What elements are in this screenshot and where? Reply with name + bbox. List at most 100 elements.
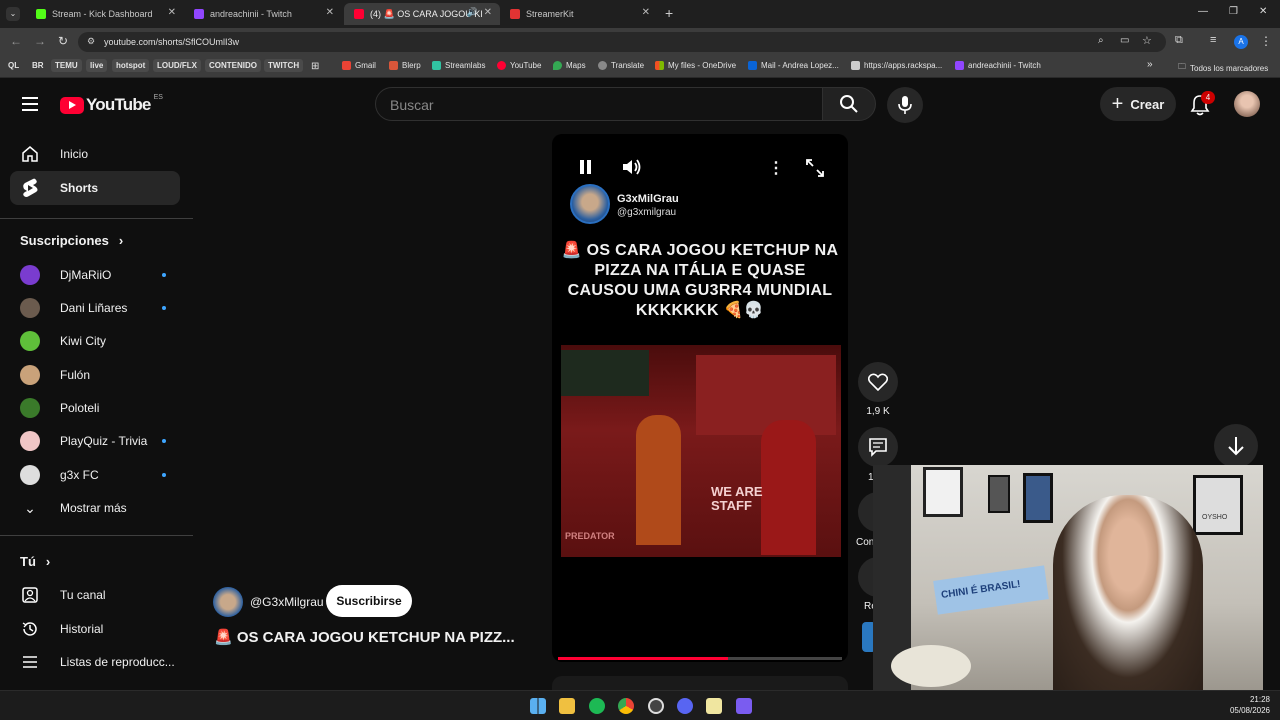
notifications-button[interactable]: 4 [1188,91,1215,116]
all-bookmarks-button[interactable]: 🗀 Todos los marcadores [1178,61,1268,75]
bookmark-rackspace[interactable]: https://apps.rackspa... [851,61,942,70]
close-icon[interactable]: ✕ [326,7,334,18]
fullscreen-icon[interactable] [806,159,824,182]
minimize-icon[interactable]: — [1198,6,1208,17]
site-info-icon[interactable]: ⚙ [87,36,95,47]
profile-avatar[interactable]: A [1234,35,1248,49]
bookmark-blerp[interactable]: Blerp [389,61,421,70]
kick-icon [36,9,46,19]
bookmark-streamlabs[interactable]: Streamlabs [432,61,485,70]
create-button[interactable]: + Crear [1100,87,1176,121]
close-icon[interactable]: ✕ [642,7,650,18]
sidebar-item-home[interactable]: Inicio [10,137,180,171]
spotify-icon[interactable] [589,698,605,714]
channel-handle[interactable]: @G3xMilgrau [250,595,324,609]
sidebar-item-shorts[interactable]: Shorts [10,171,180,205]
tab-kick-dashboard[interactable]: Stream - Kick Dashboard ✕ [26,3,184,25]
bookmark-folder[interactable]: TEMU [51,59,82,72]
zoom-icon[interactable]: ⌕ [1098,35,1104,46]
video-progress-bar[interactable] [558,657,842,660]
media-icon[interactable]: ≡ [1210,34,1216,46]
tab-search-button[interactable]: ⌄ [6,7,20,21]
sidebar-item-label: DjMaRiiO [60,268,112,282]
bookmark-translate[interactable]: Translate [598,61,644,70]
bookmark-folder[interactable]: QL [4,59,23,72]
sidebar-subscription[interactable]: Fulón [10,358,180,392]
file-explorer-icon[interactable] [559,698,575,714]
bookmark-gmail[interactable]: Gmail [342,61,376,70]
video-frame[interactable]: WE ARE STAFF PREDATOR [561,345,841,557]
hamburger-menu-icon[interactable] [22,97,38,111]
player-channel-name[interactable]: G3xMilGrau [617,193,679,205]
bookmark-twitch[interactable]: andreachinii - Twitch [955,61,1041,70]
video-wall-panel [696,355,836,435]
close-window-icon[interactable]: ✕ [1259,6,1267,17]
gmail-icon [342,61,351,70]
close-icon[interactable]: ✕ [484,7,492,18]
sidebar-subscription[interactable]: PlayQuiz - Trivia [10,424,180,458]
speaker-icon[interactable]: 🔊 [467,7,478,18]
bookmark-folder[interactable]: CONTENIDO [205,59,261,72]
bookmark-folder[interactable]: TWITCH [264,59,304,72]
pause-button[interactable] [577,158,595,176]
system-clock[interactable]: 21:28 05/08/2026 [1230,694,1270,716]
voice-search-button[interactable] [887,87,923,123]
back-icon[interactable]: ← [10,34,22,48]
next-short-button[interactable] [1214,424,1258,468]
search-button[interactable] [822,87,876,121]
like-button[interactable] [858,362,898,402]
restore-icon[interactable]: ❐ [1229,6,1238,17]
sidebar-item-your-channel[interactable]: Tu canal [10,578,180,612]
close-icon[interactable]: ✕ [168,7,176,18]
show-more-button[interactable]: ⌄ Mostrar más [10,491,180,525]
chrome-icon[interactable] [618,698,634,714]
channel-avatar[interactable] [213,587,243,617]
microsoft-icon [655,61,664,70]
search-input[interactable]: Buscar [375,87,823,121]
bookmark-youtube[interactable]: YouTube [497,61,541,70]
sidebar-subscription[interactable]: Kiwi City [10,324,180,358]
region-code: ES [153,93,163,101]
sidebar-subscription[interactable]: Poloteli [10,391,180,425]
bookmark-folder[interactable]: LOUD/FLX [153,59,201,72]
you-header[interactable]: Tú › [20,554,50,569]
bookmark-star-icon[interactable]: ☆ [1142,34,1152,47]
youtube-logo[interactable]: YouTube ES [60,93,163,115]
sidebar-item-playlists[interactable]: Listas de reproducc... [10,645,180,679]
player-channel-avatar[interactable] [570,184,610,224]
obs-icon[interactable] [648,698,664,714]
tab-streamerkit[interactable]: StreamerKit ✕ [500,3,658,25]
subscribe-button[interactable]: Suscribirse [326,585,412,617]
bookmark-onedrive[interactable]: My files - OneDrive [655,61,736,70]
address-bar[interactable]: ⚙ youtube.com/shorts/SflCOUmlI3w ⌕ ▭ ☆ [78,32,1166,52]
reload-icon[interactable]: ↻ [58,34,68,48]
streamer-app-icon[interactable] [706,698,722,714]
tab-twitch[interactable]: andreachinii - Twitch ✕ [184,3,342,25]
sidebar-subscription[interactable]: DjMaRiiO [10,258,180,292]
sidebar-subscription[interactable]: Dani Liñares [10,291,180,325]
volume-button[interactable] [621,157,643,182]
forward-icon[interactable]: → [34,34,46,48]
subscriptions-header[interactable]: Suscripciones › [20,233,123,248]
more-options-icon[interactable]: ⋮ [768,158,784,178]
bookmark-folder[interactable]: hotspot [112,59,150,72]
bookmark-label: Maps [566,61,586,70]
account-avatar[interactable] [1234,91,1260,117]
sidebar-item-history[interactable]: Historial [10,612,180,646]
bookmarks-overflow[interactable]: » [1147,59,1153,70]
tab-youtube-short[interactable]: (4) 🚨 OS CARA JOGOU KI 🔊 ✕ [344,3,500,25]
extensions-icon[interactable]: ⧉ [1175,34,1183,47]
bookmark-maps[interactable]: Maps [553,61,586,70]
comments-button[interactable] [858,427,898,467]
windows-start-icon[interactable] [530,698,546,714]
bookmark-folder[interactable]: live [86,59,108,72]
cast-icon[interactable]: ▭ [1120,35,1129,46]
apps-grid-icon[interactable]: ⊞ [311,61,319,72]
new-tab-button[interactable]: + [665,5,673,21]
discord-icon[interactable] [677,698,693,714]
bookmark-folder[interactable]: BR [28,59,48,72]
menu-icon[interactable]: ⋮ [1260,34,1272,48]
apps-icon[interactable] [736,698,752,714]
bookmark-outlook[interactable]: Mail - Andrea Lopez... [748,61,839,70]
sidebar-subscription[interactable]: g3x FC [10,458,180,492]
